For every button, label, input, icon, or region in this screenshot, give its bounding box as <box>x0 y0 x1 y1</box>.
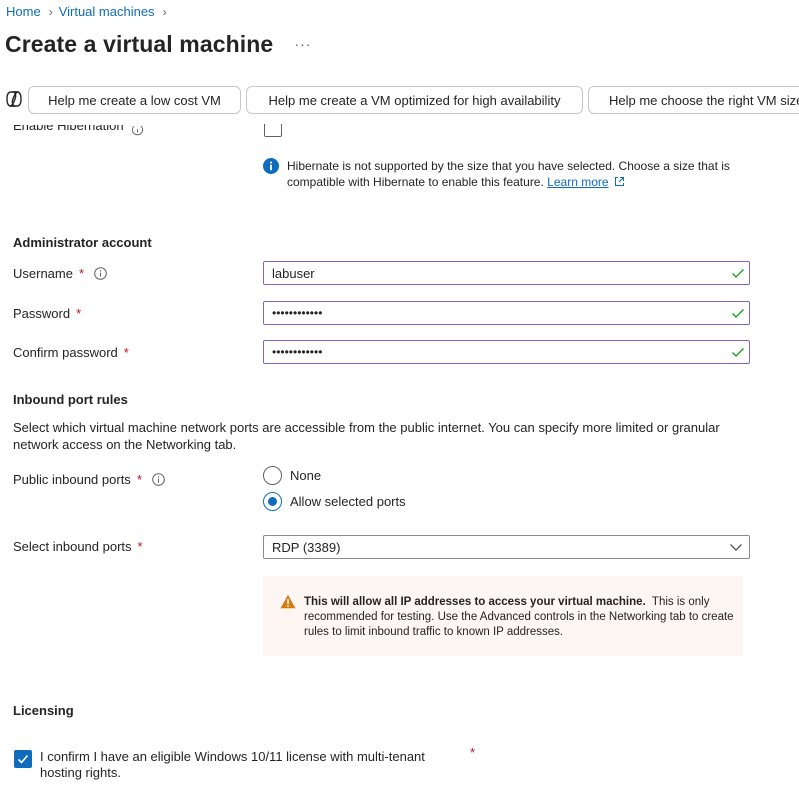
valid-check-icon <box>732 348 744 357</box>
info-icon <box>131 126 144 136</box>
chevron-right-icon: › <box>48 4 53 19</box>
inbound-ports-dropdown[interactable]: RDP (3389) <box>263 535 750 559</box>
copilot-icon <box>6 91 22 107</box>
public-inbound-ports-label-text: Public inbound ports <box>13 472 131 487</box>
required-asterisk: * <box>137 539 143 554</box>
suggestion-vm-size-button[interactable]: Help me choose the right VM size <box>588 86 799 114</box>
username-label-text: Username <box>13 266 73 281</box>
license-confirm-label: I confirm I have an eligible Windows 10/… <box>40 749 425 780</box>
radio-allow-selected-ports-label: Allow selected ports <box>290 494 406 509</box>
confirm-password-input[interactable]: •••••••••••• <box>263 340 750 364</box>
select-inbound-ports-label: Select inbound ports * <box>13 539 143 554</box>
hibernation-info-text: Hibernate is not supported by the size t… <box>287 159 730 189</box>
radio-allow-selected-ports[interactable]: Allow selected ports <box>263 492 406 511</box>
required-asterisk: * <box>78 266 85 281</box>
external-link-icon <box>614 177 624 186</box>
page-title: Create a virtual machine <box>5 31 274 57</box>
confirm-password-value: •••••••••••• <box>272 345 323 359</box>
username-value: labuser <box>272 265 315 281</box>
inbound-description: Select which virtual machine network por… <box>13 420 720 452</box>
info-icon[interactable] <box>94 267 107 280</box>
username-label: Username * <box>13 266 107 281</box>
required-asterisk: * <box>470 745 476 760</box>
warning-bold-text: This will allow all IP addresses to acce… <box>304 596 646 608</box>
hibernation-label: Enable Hibernation <box>13 125 124 133</box>
public-inbound-ports-label: Public inbound ports * <box>13 472 165 487</box>
licensing-section-heading: Licensing <box>13 703 74 718</box>
confirm-password-label-text: Confirm password <box>13 345 118 360</box>
warning-text: This will allow all IP addresses to acce… <box>304 595 736 640</box>
valid-check-icon <box>732 269 744 278</box>
radio-button-selected[interactable] <box>263 492 282 511</box>
radio-none-label: None <box>290 468 322 483</box>
scroll-edge <box>0 116 799 124</box>
breadcrumb-virtual-machines[interactable]: Virtual machines <box>59 4 155 19</box>
admin-section-heading: Administrator account <box>13 235 152 250</box>
password-input[interactable]: •••••••••••• <box>263 301 750 325</box>
license-confirm-checkbox[interactable] <box>14 750 32 768</box>
radio-button[interactable] <box>263 466 282 485</box>
info-icon[interactable] <box>152 473 165 486</box>
hibernation-info-message: Hibernate is not supported by the size t… <box>287 158 757 190</box>
checkmark-icon <box>17 754 29 764</box>
breadcrumb: Home › Virtual machines › <box>6 4 173 19</box>
password-label-text: Password <box>13 306 71 321</box>
required-asterisk: * <box>136 472 142 487</box>
more-options-button[interactable]: ··· <box>290 36 316 56</box>
username-input[interactable]: labuser <box>263 261 750 285</box>
breadcrumb-home[interactable]: Home <box>6 4 41 19</box>
warning-icon <box>280 594 296 609</box>
password-label: Password * <box>13 306 81 321</box>
inbound-section-heading: Inbound port rules <box>13 392 128 407</box>
valid-check-icon <box>732 309 744 318</box>
chevron-right-icon: › <box>162 4 167 19</box>
inbound-ports-selected-value: RDP (3389) <box>272 539 341 555</box>
learn-more-link[interactable]: Learn more <box>547 175 608 189</box>
suggestion-low-cost-vm-button[interactable]: Help me create a low cost VM <box>28 86 241 114</box>
password-value: •••••••••••• <box>272 306 323 320</box>
chevron-down-icon <box>730 544 742 551</box>
info-filled-icon <box>263 158 279 174</box>
confirm-password-label: Confirm password * <box>13 345 129 360</box>
select-inbound-ports-label-text: Select inbound ports <box>13 539 132 554</box>
suggestion-high-availability-button[interactable]: Help me create a VM optimized for high a… <box>246 86 583 114</box>
radio-none[interactable]: None <box>263 466 321 485</box>
required-asterisk: * <box>76 306 82 321</box>
required-asterisk: * <box>123 345 129 360</box>
